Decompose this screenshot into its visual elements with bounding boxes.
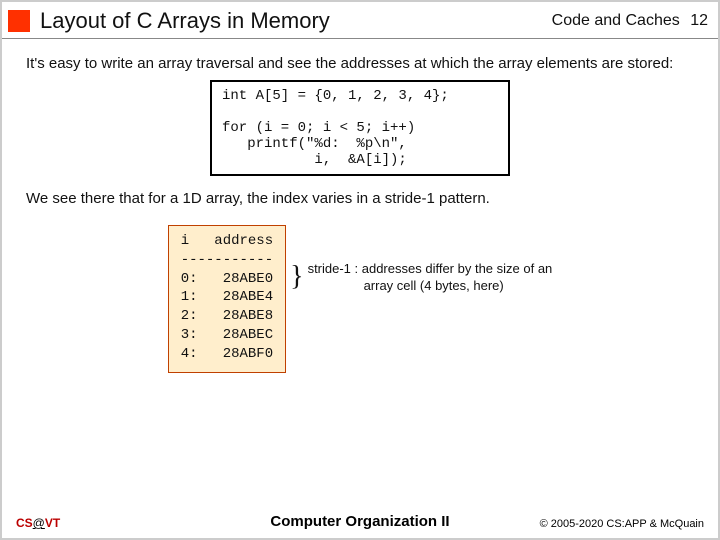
slide-footer: CS@VT Computer Organization II © 2005-20… [2, 516, 718, 530]
footer-right: © 2005-2020 CS:APP & McQuain [540, 518, 704, 530]
intro-text: It's easy to write an array traversal an… [26, 55, 694, 74]
section-label: Code and Caches [552, 12, 680, 29]
slide: Layout of C Arrays in Memory Code and Ca… [0, 0, 720, 540]
stride-annotation: stride-1 : addresses differ by the size … [308, 261, 553, 295]
stride-text: We see there that for a 1D array, the in… [26, 190, 694, 207]
footer-left: CS@VT [16, 516, 60, 530]
brace-icon: } [290, 263, 303, 291]
output-row: i address ----------- 0: 28ABE0 1: 28ABE… [26, 225, 694, 373]
annotation-line-2: array cell (4 bytes, here) [364, 278, 504, 295]
title-bullet-icon [8, 10, 30, 32]
page-number: 12 [690, 12, 708, 29]
slide-content: It's easy to write an array traversal an… [2, 39, 718, 373]
footer-center: Computer Organization II [270, 513, 449, 530]
annotation-line-1: stride-1 : addresses differ by the size … [308, 261, 553, 276]
code-block: int A[5] = {0, 1, 2, 3, 4}; for (i = 0; … [210, 80, 510, 176]
footer-cs: CS [16, 516, 33, 530]
slide-header: Layout of C Arrays in Memory Code and Ca… [2, 2, 718, 39]
output-block: i address ----------- 0: 28ABE0 1: 28ABE… [168, 225, 286, 373]
footer-at: @ [33, 516, 45, 530]
header-right: Code and Caches 12 [552, 12, 708, 30]
slide-title: Layout of C Arrays in Memory [40, 8, 552, 34]
footer-vt: VT [45, 516, 60, 530]
